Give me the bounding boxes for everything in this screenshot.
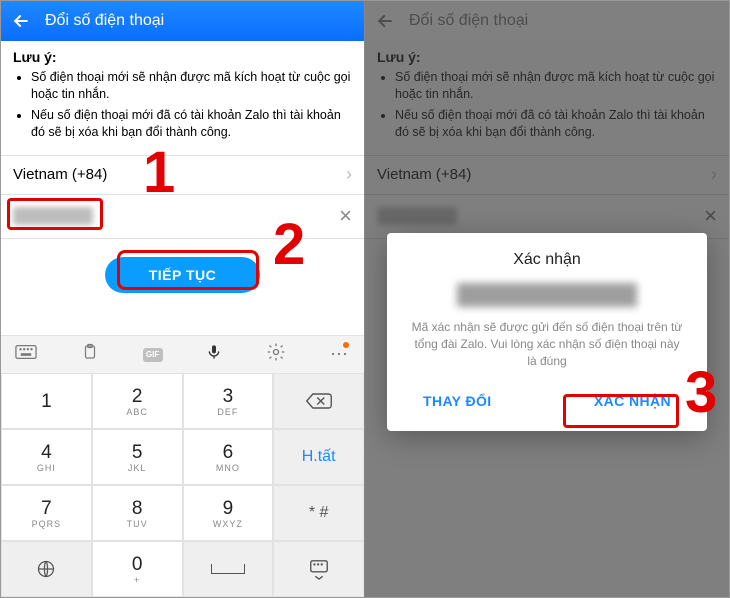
key-1[interactable]: 1 (1, 373, 92, 429)
key-backspace[interactable] (273, 373, 364, 429)
dialog-phone-number (457, 283, 637, 307)
dialog-message: Mã xác nhận sẽ được gửi đến số điện thoạ… (403, 319, 691, 369)
key-symbols[interactable]: * # (273, 485, 364, 541)
dialog-actions: THAY ĐỔI XÁC NHẬN (403, 385, 691, 421)
country-selector[interactable]: Vietnam (+84) › (1, 155, 364, 195)
key-3[interactable]: 3DEF (183, 373, 274, 429)
settings-icon[interactable] (266, 342, 286, 367)
screen-change-phone: Đổi số điện thoại Lưu ý: Số điện thoại m… (1, 1, 365, 597)
clear-icon[interactable]: × (339, 203, 352, 229)
country-label: Vietnam (+84) (13, 166, 107, 183)
key-9[interactable]: 9WXYZ (183, 485, 274, 541)
notice-title: Lưu ý: (13, 49, 352, 65)
notice-item: Nếu số điện thoại mới đã có tài khoản Za… (31, 107, 352, 141)
key-done[interactable]: H.tất (273, 429, 364, 485)
clipboard-icon[interactable] (81, 343, 99, 366)
keyboard-toolbar: GIF ⋯ (1, 335, 364, 373)
notice-item: Số điện thoại mới sẽ nhận được mã kích h… (31, 69, 352, 103)
phone-input-row[interactable]: × (1, 195, 364, 239)
confirm-dialog: Xác nhận Mã xác nhận sẽ được gửi đến số … (387, 233, 707, 431)
header-title: Đổi số điện thoại (45, 12, 164, 30)
change-button[interactable]: THAY ĐỔI (413, 385, 502, 417)
phone-input[interactable] (13, 207, 93, 225)
notice-block: Lưu ý: Số điện thoại mới sẽ nhận được mã… (1, 41, 364, 155)
key-5[interactable]: 5JKL (92, 429, 183, 485)
key-space[interactable] (183, 541, 274, 597)
key-7[interactable]: 7PQRS (1, 485, 92, 541)
app-header: Đổi số điện thoại (1, 1, 364, 41)
confirm-button[interactable]: XÁC NHẬN (584, 385, 681, 417)
key-8[interactable]: 8TUV (92, 485, 183, 541)
notification-dot-icon (343, 342, 349, 348)
key-lang[interactable] (1, 541, 92, 597)
key-hide[interactable] (273, 541, 364, 597)
gif-icon[interactable]: GIF (143, 348, 163, 362)
key-2[interactable]: 2ABC (92, 373, 183, 429)
key-4[interactable]: 4GHI (1, 429, 92, 485)
keyboard-icon[interactable] (15, 344, 37, 365)
key-0[interactable]: 0+ (92, 541, 183, 597)
mic-icon[interactable] (206, 342, 222, 367)
continue-wrap: TIẾP TỤC (1, 239, 364, 303)
chevron-right-icon: › (346, 164, 352, 185)
screen-confirm-dialog: Đổi số điện thoại Lưu ý: Số điện thoại m… (365, 1, 729, 597)
back-arrow-icon[interactable] (11, 11, 31, 31)
soft-keyboard: GIF ⋯ 1 2ABC 3DEF 4GHI 5JKL 6MNO (1, 335, 364, 597)
continue-button[interactable]: TIẾP TỤC (105, 257, 261, 293)
key-6[interactable]: 6MNO (183, 429, 274, 485)
dialog-title: Xác nhận (403, 251, 691, 269)
